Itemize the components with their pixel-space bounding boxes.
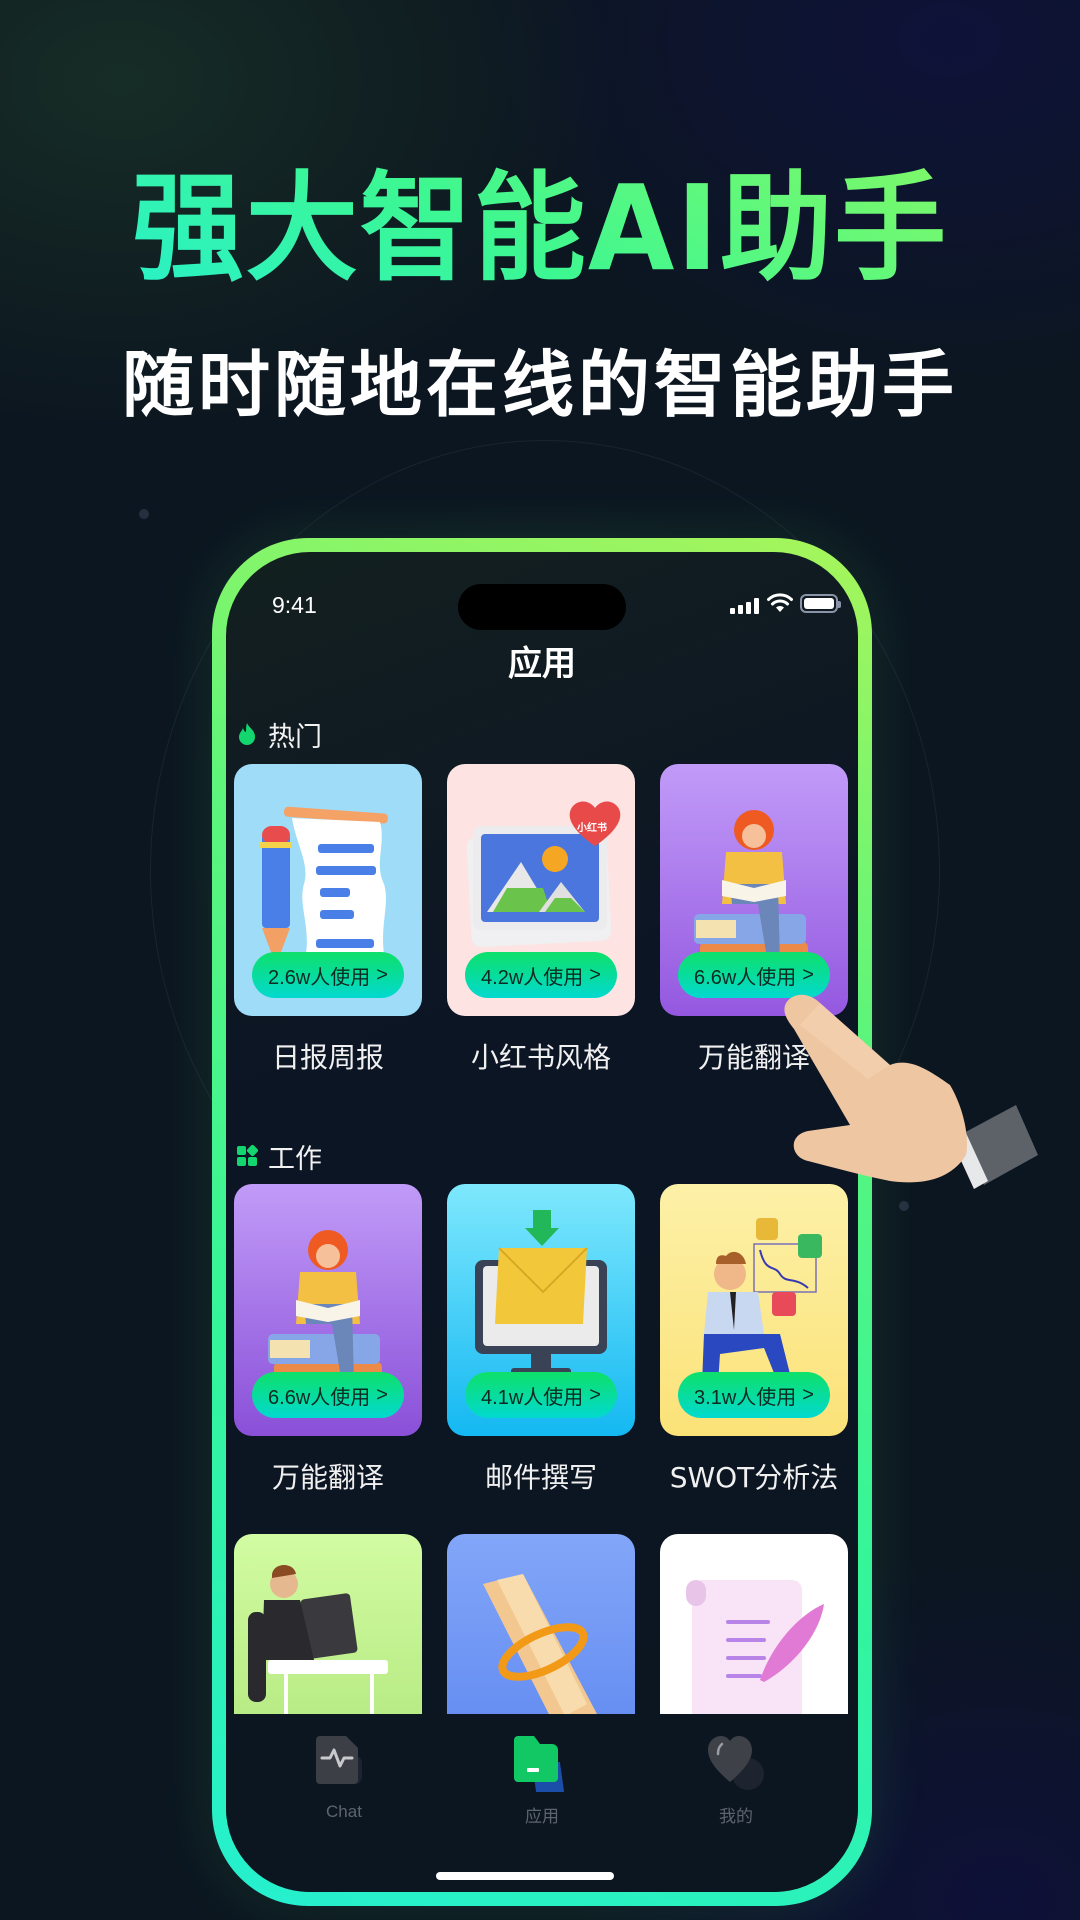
app-card-xiaohongshu[interactable]: 小红书 4.2w人使用 >	[447, 764, 635, 1016]
xiaohongshu-badge: 小红书	[577, 823, 607, 834]
dynamic-island	[458, 584, 626, 630]
wifi-icon	[767, 593, 793, 612]
chevron-right-icon: >	[802, 1383, 814, 1406]
usage-count-button[interactable]: 4.2w人使用 >	[465, 952, 617, 998]
section-title: 热门	[268, 721, 322, 753]
app-card-email[interactable]: 4.1w人使用 >	[447, 1184, 635, 1436]
section-header-hot: 热门	[236, 716, 322, 753]
app-card-translate[interactable]: 6.6w人使用 >	[660, 764, 848, 1016]
tab-me[interactable]: 我的	[656, 1724, 816, 1834]
tab-label: Chat	[326, 1802, 362, 1821]
app-card-title: 邮件撰写	[484, 1461, 597, 1494]
chevron-right-icon: >	[802, 963, 814, 986]
app-card-translate[interactable]: 6.6w人使用 >	[234, 1184, 422, 1436]
subheadline: 随时随地在线的智能助手	[121, 343, 958, 427]
status-bar: 9:41	[226, 552, 858, 632]
tab-apps[interactable]: 应用	[462, 1724, 622, 1834]
usage-count: 3.1w人使用	[694, 1386, 797, 1409]
app-card-title: 日报周报	[271, 1041, 384, 1074]
app-card-title: 小红书风格	[470, 1041, 611, 1074]
home-indicator[interactable]	[436, 1872, 614, 1880]
pointing-hand-illustration	[784, 994, 1038, 1189]
usage-count: 4.2w人使用	[481, 966, 584, 989]
section-title: 工作	[268, 1143, 322, 1175]
chevron-right-icon: >	[376, 963, 388, 986]
status-time: 9:41	[272, 592, 317, 618]
headline: 强大智能AI助手	[0, 164, 1080, 294]
usage-count-button[interactable]: 6.6w人使用 >	[252, 1372, 404, 1418]
chevron-right-icon: >	[589, 1383, 601, 1406]
chevron-right-icon: >	[376, 1383, 388, 1406]
phone-frame: 9:41 应用 热门 2.6w人使用 > 日报周报 小红书 4.2w人使用 > …	[212, 538, 872, 1906]
chevron-right-icon: >	[589, 963, 601, 986]
app-card-daily-report[interactable]: 2.6w人使用 >	[234, 764, 422, 1016]
phone-screen: 9:41 应用 热门 2.6w人使用 > 日报周报 小红书 4.2w人使用 > …	[226, 552, 858, 1892]
section-header-work: 工作	[236, 1138, 322, 1175]
orbit-dot	[139, 509, 149, 519]
app-card-title: SWOT分析法	[669, 1461, 839, 1494]
battery-icon	[800, 594, 841, 613]
grid-apps-icon	[237, 1144, 258, 1166]
tab-bar: Chat 应用 我的	[226, 1714, 858, 1892]
heart-icon	[706, 1734, 766, 1794]
usage-count: 6.6w人使用	[268, 1386, 371, 1409]
signal-icon	[730, 598, 760, 614]
flame-icon	[239, 723, 255, 745]
usage-count-button[interactable]: 3.1w人使用 >	[678, 1372, 830, 1418]
usage-count-button[interactable]: 2.6w人使用 >	[252, 952, 404, 998]
usage-count: 2.6w人使用	[268, 966, 371, 989]
tab-label: 应用	[525, 1807, 559, 1826]
page-title: 应用	[508, 644, 576, 684]
tab-chat[interactable]: Chat	[264, 1724, 424, 1834]
tab-label: 我的	[719, 1807, 753, 1826]
folder-icon	[512, 1734, 572, 1794]
pulse-document-icon	[314, 1734, 374, 1794]
usage-count: 4.1w人使用	[481, 1386, 584, 1409]
app-card-title: 万能翻译	[271, 1461, 384, 1494]
usage-count-button[interactable]: 4.1w人使用 >	[465, 1372, 617, 1418]
